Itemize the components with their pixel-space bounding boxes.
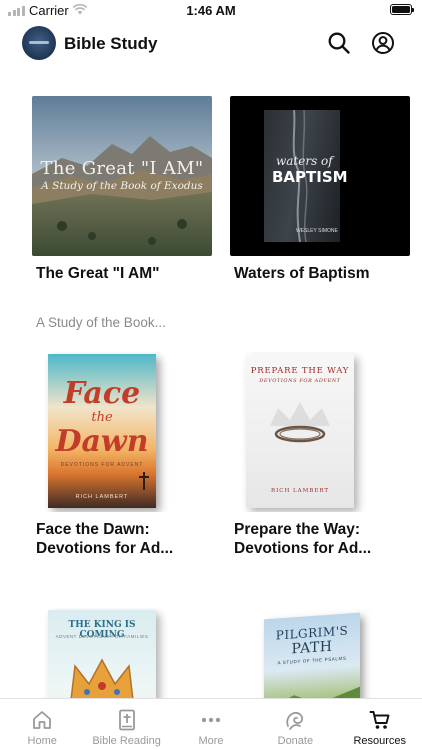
cover-title-2: the bbox=[91, 410, 113, 425]
cover-title-1: Face bbox=[63, 376, 141, 411]
bible-icon bbox=[118, 709, 135, 731]
book-cover-face-the-dawn: Face the Dawn DEVOTIONS FOR ADVENT RICH … bbox=[32, 352, 212, 512]
book-3d: waters of BAPTISM WESLEY SIMONE bbox=[264, 110, 348, 242]
resource-title: Waters of Baptism bbox=[234, 265, 370, 282]
app-title: Bible Study bbox=[64, 34, 158, 53]
path-landscape-art bbox=[264, 686, 360, 698]
cover-title-3: Dawn bbox=[55, 424, 149, 459]
tab-home[interactable]: Home bbox=[0, 699, 84, 750]
cover-title: BAPTISM bbox=[272, 168, 348, 186]
status-bar: Carrier 1:46 AM bbox=[0, 0, 422, 22]
app-logo bbox=[22, 26, 56, 60]
tab-bible-reading[interactable]: Bible Reading bbox=[84, 699, 168, 750]
cover-author: RICH LAMBERT bbox=[75, 494, 129, 500]
book-cover-waters-of-baptism: waters of BAPTISM WESLEY SIMONE bbox=[230, 96, 410, 256]
book-cover-great-i-am: The Great "I AM" A Study of the Book of … bbox=[32, 96, 212, 256]
resource-title-line2: Devotions for Ad... bbox=[36, 540, 174, 557]
tab-label: More bbox=[198, 735, 224, 747]
cart-icon bbox=[369, 711, 390, 729]
search-button[interactable] bbox=[326, 30, 352, 56]
resource-title: The Great "I AM" bbox=[36, 265, 160, 282]
home-icon bbox=[33, 711, 52, 729]
cover-author: RICH LAMBERT bbox=[270, 488, 330, 494]
cover-subtitle: DEVOTIONS FOR ADVENT bbox=[259, 378, 341, 384]
crown-art bbox=[70, 658, 134, 698]
search-icon bbox=[328, 32, 350, 54]
crown-of-thorns-art bbox=[270, 402, 330, 443]
app-header: Bible Study bbox=[0, 22, 422, 66]
book-3d: PILGRIM'S PATH A STUDY OF THE PSALMS bbox=[264, 612, 360, 698]
cover-title: The Great "I AM" bbox=[40, 158, 204, 179]
resource-title-line1: Face the Dawn: bbox=[36, 521, 150, 538]
resource-subtitle: A Study of the Book... bbox=[36, 315, 166, 330]
book-cover-the-king-is-coming: THE KING IS COMING ADVENT DEVOTIONS FOR … bbox=[32, 608, 212, 698]
cross-icon bbox=[139, 472, 149, 490]
tab-more[interactable]: More bbox=[169, 699, 253, 750]
profile-button[interactable] bbox=[370, 30, 396, 56]
cover-script: waters of bbox=[276, 154, 333, 168]
book-3d: Face the Dawn DEVOTIONS FOR ADVENT RICH … bbox=[48, 354, 156, 508]
book-3d: THE KING IS COMING ADVENT DEVOTIONS FOR … bbox=[48, 610, 156, 698]
resource-title-line2: Devotions for Ad... bbox=[234, 540, 372, 557]
cover-subtitle: A Study of the Book of Exodus bbox=[41, 180, 203, 192]
book-cover-prepare-the-way: PREPARE THE WAY DEVOTIONS FOR ADVENT RIC… bbox=[230, 352, 410, 512]
tab-donate[interactable]: Donate bbox=[253, 699, 337, 750]
tab-label: Bible Reading bbox=[92, 735, 161, 747]
cover-subtitle: DEVOTIONS FOR ADVENT bbox=[60, 462, 144, 468]
bottom-tab-bar: Home Bible Reading More Donate Resources bbox=[0, 698, 422, 750]
tab-resources[interactable]: Resources bbox=[338, 699, 422, 750]
donate-icon bbox=[286, 711, 304, 730]
book-3d: PREPARE THE WAY DEVOTIONS FOR ADVENT RIC… bbox=[246, 354, 354, 508]
resource-title: Prepare the Way: Devotions for Ad... bbox=[234, 520, 409, 558]
cover-title: PREPARE THE WAY bbox=[250, 366, 350, 376]
resource-title: Face the Dawn: Devotions for Ad... bbox=[36, 520, 211, 558]
book-cover-pilgrims-path: PILGRIM'S PATH A STUDY OF THE PSALMS bbox=[230, 608, 410, 698]
user-circle-icon bbox=[372, 32, 394, 54]
resource-title-line1: Prepare the Way: bbox=[234, 521, 361, 538]
tab-label: Home bbox=[27, 735, 57, 747]
more-dots-icon bbox=[201, 717, 221, 723]
cover-subtitle: ADVENT DEVOTIONS FOR FAMILIES bbox=[55, 634, 149, 639]
cover-author: WESLEY SIMONE bbox=[296, 228, 338, 234]
tab-label: Donate bbox=[277, 735, 314, 747]
battery-icon bbox=[390, 4, 414, 15]
tab-label: Resources bbox=[353, 735, 407, 747]
status-time: 1:46 AM bbox=[186, 3, 236, 18]
resources-grid: The Great "I AM" A Study of the Book of … bbox=[0, 66, 422, 698]
